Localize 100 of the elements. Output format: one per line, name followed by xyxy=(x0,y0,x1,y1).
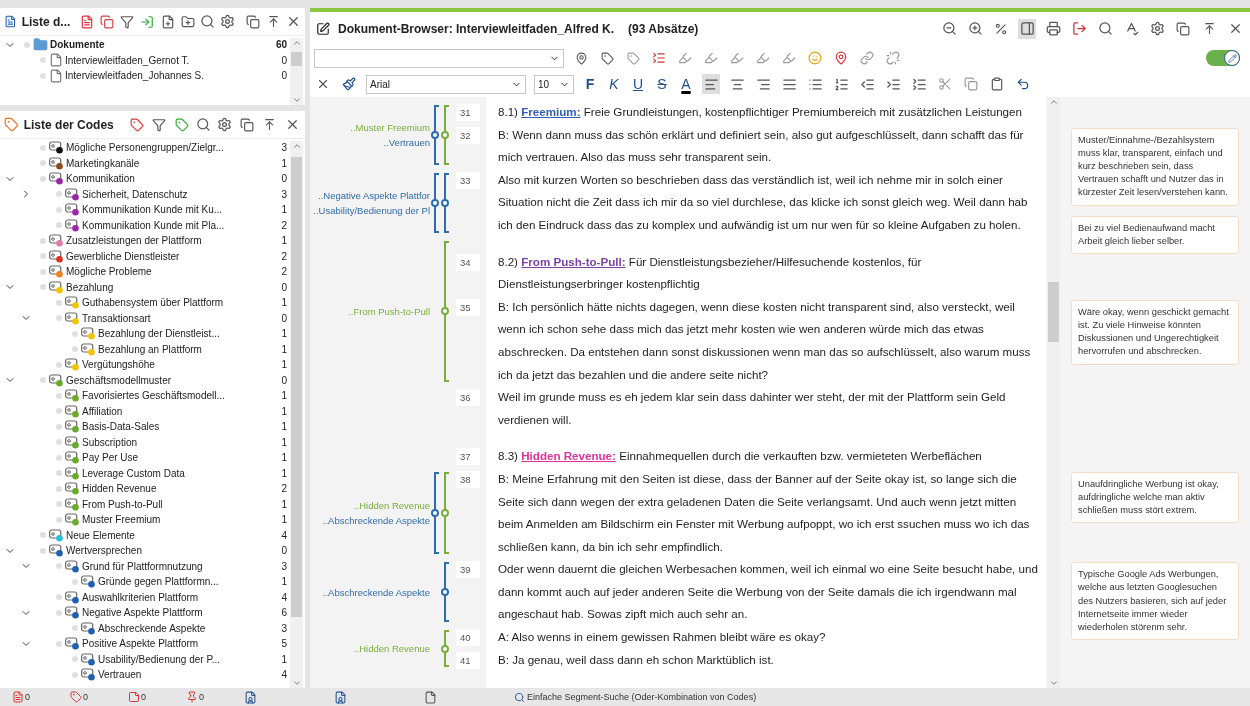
status-counter[interactable]: 0 xyxy=(12,691,70,703)
font-size-select[interactable]: 10 xyxy=(534,74,574,94)
counter-value: 0 xyxy=(25,692,30,702)
document-title: Dokument-Browser: Interviewleitfaden_Alfred K. xyxy=(338,21,615,36)
code-row[interactable]: Usability/Bedienung der P... 1 xyxy=(0,651,289,667)
paragraph-number: 31 xyxy=(456,104,480,121)
heading-link[interactable]: From Push-to-Pull: xyxy=(521,254,626,268)
memo-note[interactable]: Typische Google Ads Werbungen, welche aus letzten Googlesuchen des Nutzers basieren, sich auf jeder Internetseite immer wieder wiederholen störenm sehr. xyxy=(1071,562,1239,641)
code-name: Gewerbliche Dienstleister xyxy=(66,250,181,262)
code-count: 1 xyxy=(280,390,288,402)
paragraph-text: Oder wenn dauernt die gleichen Werbesachen kommen, weil ich einmal wo eine Seite besucht habe, und dann kommt auch auf jeder anderen Seite die Werbung von der Seite damals die ich irgendwann mal angeschaut hab. Sowas zipft mich auch sehr an. xyxy=(497,561,1039,623)
code-count: 1 xyxy=(280,452,288,464)
code-count: 1 xyxy=(280,359,288,371)
code-row[interactable]: Transaktionsart 0 xyxy=(0,310,289,326)
memo-note[interactable]: Muster/Einnahme-/Bezahlsystem muss klar, transparent, einfach und kurz beschrieben sein, dass Vertrauen schafft und Nutzer das in kürzester Zeit lesen/verstehen kann. xyxy=(1071,127,1239,206)
code-label[interactable]: ..Vertrauen xyxy=(383,136,430,148)
code-row[interactable]: From Push-to-Pull 1 xyxy=(0,496,289,512)
code-count: 0 xyxy=(280,374,288,386)
section-heading: 8.1) Freemium: Freie Grundleistungen, kostenpflichtiger Premiumbereich mit zusätzlichen Leistungen xyxy=(497,104,1023,120)
code-row[interactable]: Geschäftsmodellmuster 0 xyxy=(0,372,289,388)
panel-title: Liste der Codes xyxy=(23,117,114,132)
code-row[interactable]: Guthabensystem über Plattform 1 xyxy=(0,295,289,311)
code-row[interactable]: Positive Aspekte Plattform 5 xyxy=(0,636,289,652)
code-count: 1 xyxy=(280,405,288,417)
code-row[interactable]: Basis-Data-Sales 1 xyxy=(0,419,289,435)
memo-note[interactable]: Wäre okay, wenn geschickt gemacht ist. Zu viele Hinweise könnten Diskussionen und Ungerechtigkeit hervorrufen und abschrecken. xyxy=(1071,299,1239,365)
document-count: 0 xyxy=(280,54,288,66)
paragraph-number: 36 xyxy=(456,389,480,407)
code-count: 1 xyxy=(280,514,288,526)
code-row[interactable]: Mögliche Probleme 2 xyxy=(0,264,289,280)
code-row[interactable]: Favorisiertes Geschäftsmodell... 1 xyxy=(0,388,289,404)
code-row[interactable]: Abschreckende Aspekte 3 xyxy=(0,620,289,636)
code-row[interactable]: Gewerbliche Dienstleister 2 xyxy=(0,248,289,264)
code-row[interactable]: Leverage Custom Data 1 xyxy=(0,465,289,481)
code-label[interactable]: ..Abschreckende Aspekte xyxy=(322,586,430,598)
memo-note[interactable]: Bei zu viel Bedienaufwand macht Arbeit gleich lieber selber. xyxy=(1071,215,1239,254)
code-row[interactable]: Gründe gegen Plattformn... 1 xyxy=(0,574,289,590)
memo-note[interactable]: Unaufdringliche Werbung ist okay, aufdringliche welche man aktiv schließen muss stört extrem. xyxy=(1071,471,1239,524)
paragraph-text: B: Wenn dann muss das schön erklärt und definiert sein, also gut aufgeschlüsselt, dann schafft das für mich vertrauen. Also das muss sehr transparent sein. xyxy=(497,126,1025,166)
format-button[interactable]: S xyxy=(654,76,670,92)
code-count: 0 xyxy=(280,173,288,185)
code-row[interactable]: Vergütungshöhe 1 xyxy=(0,357,289,373)
code-name: Kommunikation xyxy=(66,173,136,185)
code-row[interactable]: Grund für Plattformnutzung 3 xyxy=(0,558,289,574)
code-row[interactable]: Sicherheit, Datenschutz 3 xyxy=(0,186,289,202)
code-count: 2 xyxy=(280,219,288,231)
code-row[interactable]: Muster Freemium 1 xyxy=(0,512,289,528)
code-row[interactable]: Kommunikation Kunde mit Pla... 2 xyxy=(0,217,289,233)
code-name: Zusatzleistungen der Plattform xyxy=(66,235,203,247)
document-name: Interviewleitfaden_Johannes S. xyxy=(65,70,205,82)
code-row[interactable]: Kommunikation 0 xyxy=(0,171,289,187)
code-row[interactable]: Marketingkanäle 1 xyxy=(0,155,289,171)
font-select[interactable]: Arial xyxy=(366,74,526,94)
code-row[interactable]: Kommunikation Kunde mit Ku... 1 xyxy=(0,202,289,218)
heading-link[interactable]: Hidden Revenue: xyxy=(521,449,616,463)
code-name: Affiliation xyxy=(82,405,124,417)
code-count: 3 xyxy=(280,560,288,572)
code-row[interactable]: Hidden Revenue 2 xyxy=(0,481,289,497)
code-row[interactable]: Bezahlung 0 xyxy=(0,279,289,295)
code-count: 1 xyxy=(280,204,288,216)
code-row[interactable]: Subscription 1 xyxy=(0,434,289,450)
code-row[interactable]: Negative Aspekte Plattform 6 xyxy=(0,605,289,621)
code-row[interactable]: Neue Elemente 4 xyxy=(0,527,289,543)
code-name: Auswahlkriterien Plattform xyxy=(82,591,200,603)
code-row[interactable]: Pay Per Use 1 xyxy=(0,450,289,466)
document-group-row[interactable]: Dokumente 60 xyxy=(0,37,289,53)
code-name: Vergütungshöhe xyxy=(82,359,156,371)
status-counter[interactable]: 0 xyxy=(186,691,244,703)
paragraph-number: 35 xyxy=(456,298,480,316)
code-row[interactable]: Bezahlung der Dienstleist... 1 xyxy=(0,326,289,342)
paragraph-text: B: Meine Erfahrung mit den Seiten ist diese, dass der Banner auf der Seite okay ist, so lange sich die Seite sich dann wegen der extra geladenen Daten die Seite verlangsamt. Und auch wenn jetzt mitten beim Anmelden am Bildschirm ein Fenster mit Werbung aufpoppt, wo ich erst ssuchen muss wo ich das schließen kann, da bin ich sehr empfindlich. xyxy=(497,470,1031,555)
format-button[interactable]: A xyxy=(678,76,694,92)
code-name: Usability/Bedienung der P... xyxy=(98,653,222,665)
search-mode[interactable]: Einfache Segment-Suche (Oder-Kombination von Codes) xyxy=(527,692,757,702)
format-button[interactable]: U xyxy=(630,76,646,92)
code-row[interactable]: Zusatzleistungen der Plattform 1 xyxy=(0,233,289,249)
status-counter[interactable]: 0 xyxy=(70,691,128,703)
folder-name: Dokumente xyxy=(50,39,106,51)
code-row[interactable]: Mögliche Personengruppen/Zielgr... 3 xyxy=(0,140,289,156)
paragraph-text: A: Also wenns in einem gewissen Rahmen bleibt wäre es okay? xyxy=(497,629,827,646)
paragraph-text: B: Ich persönlich hätte nichts dagegen, wenn diese kosten nicht transparent sind, also versteckt, weil wenn ich schon sehe dass mich das jetzt mehr kosten wie wen anderen würde mich das etwas abschrecken. Da entstehen dann sonst diskussionen wenn man das so aufschlüsselt, also warum muss ich da jetzt das bezahlen und die andere seite nicht? xyxy=(497,298,1032,383)
code-name: Leverage Custom Data xyxy=(82,467,186,479)
code-name: Neue Elemente xyxy=(66,529,136,541)
format-button[interactable]: F xyxy=(582,76,598,92)
code-row[interactable]: Auswahlkriterien Plattform 4 xyxy=(0,589,289,605)
code-row[interactable]: Affiliation 1 xyxy=(0,403,289,419)
code-row[interactable]: Wertversprechen 0 xyxy=(0,543,289,559)
code-name: Hidden Revenue xyxy=(82,483,158,495)
status-counter[interactable]: 0 xyxy=(128,691,186,703)
code-label[interactable]: ..Negative Aspekte Plattfor xyxy=(318,189,430,201)
code-label[interactable]: ..Usability/Bedienung der Pl xyxy=(313,204,430,216)
document-row[interactable]: Interviewleitfaden_Gernot T. 0 xyxy=(0,52,289,68)
code-label[interactable]: ..Abschreckende Aspekte xyxy=(322,515,430,527)
format-button[interactable]: K xyxy=(606,76,622,92)
code-row[interactable]: Vertrauen 4 xyxy=(0,667,289,683)
heading-link[interactable]: Freemium: xyxy=(521,105,581,118)
code-name: Subscription xyxy=(82,436,139,448)
code-name: Abschreckende Aspekte xyxy=(98,622,207,634)
document-row[interactable]: Interviewleitfaden_Johannes S. 0 xyxy=(0,68,289,84)
code-row[interactable]: Bezahlung an Plattform 1 xyxy=(0,341,289,357)
